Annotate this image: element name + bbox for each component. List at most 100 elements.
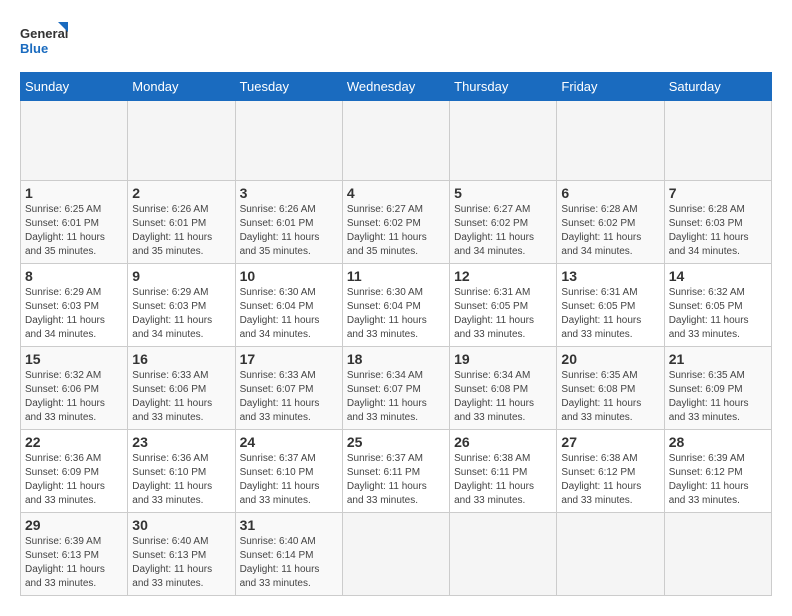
day-info: Sunrise: 6:28 AMSunset: 6:02 PMDaylight:…: [561, 203, 659, 259]
day-number: 7: [669, 185, 767, 201]
day-number: 6: [561, 185, 659, 201]
day-info: Sunrise: 6:30 AMSunset: 6:04 PMDaylight:…: [347, 286, 445, 342]
calendar-week-1: 1 Sunrise: 6:25 AMSunset: 6:01 PMDaylight…: [21, 181, 772, 264]
calendar-week-0: [21, 101, 772, 181]
calendar-cell: [557, 101, 664, 181]
day-number: 18: [347, 351, 445, 367]
calendar-cell: 21 Sunrise: 6:35 AMSunset: 6:09 PMDayligh…: [664, 347, 771, 430]
day-number: 16: [132, 351, 230, 367]
day-info: Sunrise: 6:32 AMSunset: 6:05 PMDaylight:…: [669, 286, 767, 342]
day-number: 3: [240, 185, 338, 201]
header-row: SundayMondayTuesdayWednesdayThursdayFrid…: [21, 73, 772, 101]
day-info: Sunrise: 6:30 AMSunset: 6:04 PMDaylight:…: [240, 286, 338, 342]
col-header-friday: Friday: [557, 73, 664, 101]
day-number: 9: [132, 268, 230, 284]
day-number: 27: [561, 434, 659, 450]
day-number: 12: [454, 268, 552, 284]
day-number: 20: [561, 351, 659, 367]
day-number: 24: [240, 434, 338, 450]
calendar-cell: 12Sunrise: 6:31 AMSunset: 6:05 PMDayligh…: [450, 264, 557, 347]
calendar-cell: [450, 513, 557, 596]
calendar-week-5: 29Sunrise: 6:39 AMSunset: 6:13 PMDayligh…: [21, 513, 772, 596]
day-info: Sunrise: 6:34 AMSunset: 6:07 PMDaylight:…: [347, 369, 445, 425]
day-info: Sunrise: 6:27 AMSunset: 6:02 PMDaylight:…: [454, 203, 552, 259]
day-info: Sunrise: 6:34 AMSunset: 6:08 PMDaylight:…: [454, 369, 552, 425]
col-header-thursday: Thursday: [450, 73, 557, 101]
day-number: 19: [454, 351, 552, 367]
calendar-cell: 8 Sunrise: 6:29 AMSunset: 6:03 PMDaylight…: [21, 264, 128, 347]
col-header-wednesday: Wednesday: [342, 73, 449, 101]
calendar-cell: 28Sunrise: 6:39 AMSunset: 6:12 PMDayligh…: [664, 430, 771, 513]
calendar-cell: 16 Sunrise: 6:33 AMSunset: 6:06 PMDayligh…: [128, 347, 235, 430]
day-info: Sunrise: 6:29 AMSunset: 6:03 PMDaylight:…: [132, 286, 230, 342]
calendar-cell: 7Sunrise: 6:28 AMSunset: 6:03 PMDaylight…: [664, 181, 771, 264]
day-number: 10: [240, 268, 338, 284]
day-info: Sunrise: 6:38 AMSunset: 6:12 PMDaylight:…: [561, 452, 659, 508]
day-info: Sunrise: 6:26 AMSunset: 6:01 PMDaylight:…: [240, 203, 338, 259]
day-info: Sunrise: 6:26 AMSunset: 6:01 PMDaylight:…: [132, 203, 230, 259]
calendar-cell: 3 Sunrise: 6:26 AMSunset: 6:01 PMDaylight…: [235, 181, 342, 264]
day-number: 17: [240, 351, 338, 367]
calendar-cell: 6 Sunrise: 6:28 AMSunset: 6:02 PMDaylight…: [557, 181, 664, 264]
calendar-cell: [664, 513, 771, 596]
calendar-cell: 9 Sunrise: 6:29 AMSunset: 6:03 PMDaylight…: [128, 264, 235, 347]
day-info: Sunrise: 6:27 AMSunset: 6:02 PMDaylight:…: [347, 203, 445, 259]
day-info: Sunrise: 6:35 AMSunset: 6:08 PMDaylight:…: [561, 369, 659, 425]
calendar-cell: 2Sunrise: 6:26 AMSunset: 6:01 PMDaylight…: [128, 181, 235, 264]
day-info: Sunrise: 6:33 AMSunset: 6:07 PMDaylight:…: [240, 369, 338, 425]
day-info: Sunrise: 6:40 AMSunset: 6:13 PMDaylight:…: [132, 535, 230, 591]
logo: General Blue: [20, 20, 70, 62]
day-number: 13: [561, 268, 659, 284]
day-info: Sunrise: 6:25 AMSunset: 6:01 PMDaylight:…: [25, 203, 123, 259]
day-info: Sunrise: 6:39 AMSunset: 6:13 PMDaylight:…: [25, 535, 123, 591]
calendar-cell: 27 Sunrise: 6:38 AMSunset: 6:12 PMDayligh…: [557, 430, 664, 513]
day-number: 22: [25, 434, 123, 450]
calendar-cell: 13 Sunrise: 6:31 AMSunset: 6:05 PMDayligh…: [557, 264, 664, 347]
day-number: 28: [669, 434, 767, 450]
day-info: Sunrise: 6:40 AMSunset: 6:14 PMDaylight:…: [240, 535, 338, 591]
day-number: 23: [132, 434, 230, 450]
day-number: 15: [25, 351, 123, 367]
day-number: 8: [25, 268, 123, 284]
day-number: 1: [25, 185, 123, 201]
logo-svg: General Blue: [20, 20, 70, 62]
day-number: 4: [347, 185, 445, 201]
calendar-cell: [450, 101, 557, 181]
day-info: Sunrise: 6:33 AMSunset: 6:06 PMDaylight:…: [132, 369, 230, 425]
day-info: Sunrise: 6:31 AMSunset: 6:05 PMDaylight:…: [561, 286, 659, 342]
day-info: Sunrise: 6:35 AMSunset: 6:09 PMDaylight:…: [669, 369, 767, 425]
calendar-week-3: 15 Sunrise: 6:32 AMSunset: 6:06 PMDayligh…: [21, 347, 772, 430]
calendar-cell: 10 Sunrise: 6:30 AMSunset: 6:04 PMDayligh…: [235, 264, 342, 347]
calendar-cell: 24Sunrise: 6:37 AMSunset: 6:10 PMDayligh…: [235, 430, 342, 513]
calendar-cell: 4 Sunrise: 6:27 AMSunset: 6:02 PMDaylight…: [342, 181, 449, 264]
calendar-cell: 17 Sunrise: 6:33 AMSunset: 6:07 PMDayligh…: [235, 347, 342, 430]
calendar-cell: [664, 101, 771, 181]
svg-text:General: General: [20, 26, 68, 41]
calendar-cell: 18 Sunrise: 6:34 AMSunset: 6:07 PMDayligh…: [342, 347, 449, 430]
day-number: 21: [669, 351, 767, 367]
calendar-cell: 19 Sunrise: 6:34 AMSunset: 6:08 PMDayligh…: [450, 347, 557, 430]
day-number: 31: [240, 517, 338, 533]
day-number: 5: [454, 185, 552, 201]
calendar-cell: [128, 101, 235, 181]
calendar-cell: 11 Sunrise: 6:30 AMSunset: 6:04 PMDayligh…: [342, 264, 449, 347]
day-info: Sunrise: 6:29 AMSunset: 6:03 PMDaylight:…: [25, 286, 123, 342]
day-number: 26: [454, 434, 552, 450]
calendar-table: SundayMondayTuesdayWednesdayThursdayFrid…: [20, 72, 772, 596]
calendar-cell: 1 Sunrise: 6:25 AMSunset: 6:01 PMDaylight…: [21, 181, 128, 264]
calendar-cell: 20 Sunrise: 6:35 AMSunset: 6:08 PMDayligh…: [557, 347, 664, 430]
day-info: Sunrise: 6:36 AMSunset: 6:10 PMDaylight:…: [132, 452, 230, 508]
day-info: Sunrise: 6:38 AMSunset: 6:11 PMDaylight:…: [454, 452, 552, 508]
calendar-cell: 22Sunrise: 6:36 AMSunset: 6:09 PMDayligh…: [21, 430, 128, 513]
day-number: 11: [347, 268, 445, 284]
calendar-cell: 5 Sunrise: 6:27 AMSunset: 6:02 PMDaylight…: [450, 181, 557, 264]
calendar-cell: 31 Sunrise: 6:40 AMSunset: 6:14 PMDayligh…: [235, 513, 342, 596]
day-info: Sunrise: 6:32 AMSunset: 6:06 PMDaylight:…: [25, 369, 123, 425]
page-header: General Blue: [20, 20, 772, 62]
day-number: 14: [669, 268, 767, 284]
col-header-saturday: Saturday: [664, 73, 771, 101]
col-header-sunday: Sunday: [21, 73, 128, 101]
day-number: 30: [132, 517, 230, 533]
calendar-cell: [235, 101, 342, 181]
day-number: 25: [347, 434, 445, 450]
